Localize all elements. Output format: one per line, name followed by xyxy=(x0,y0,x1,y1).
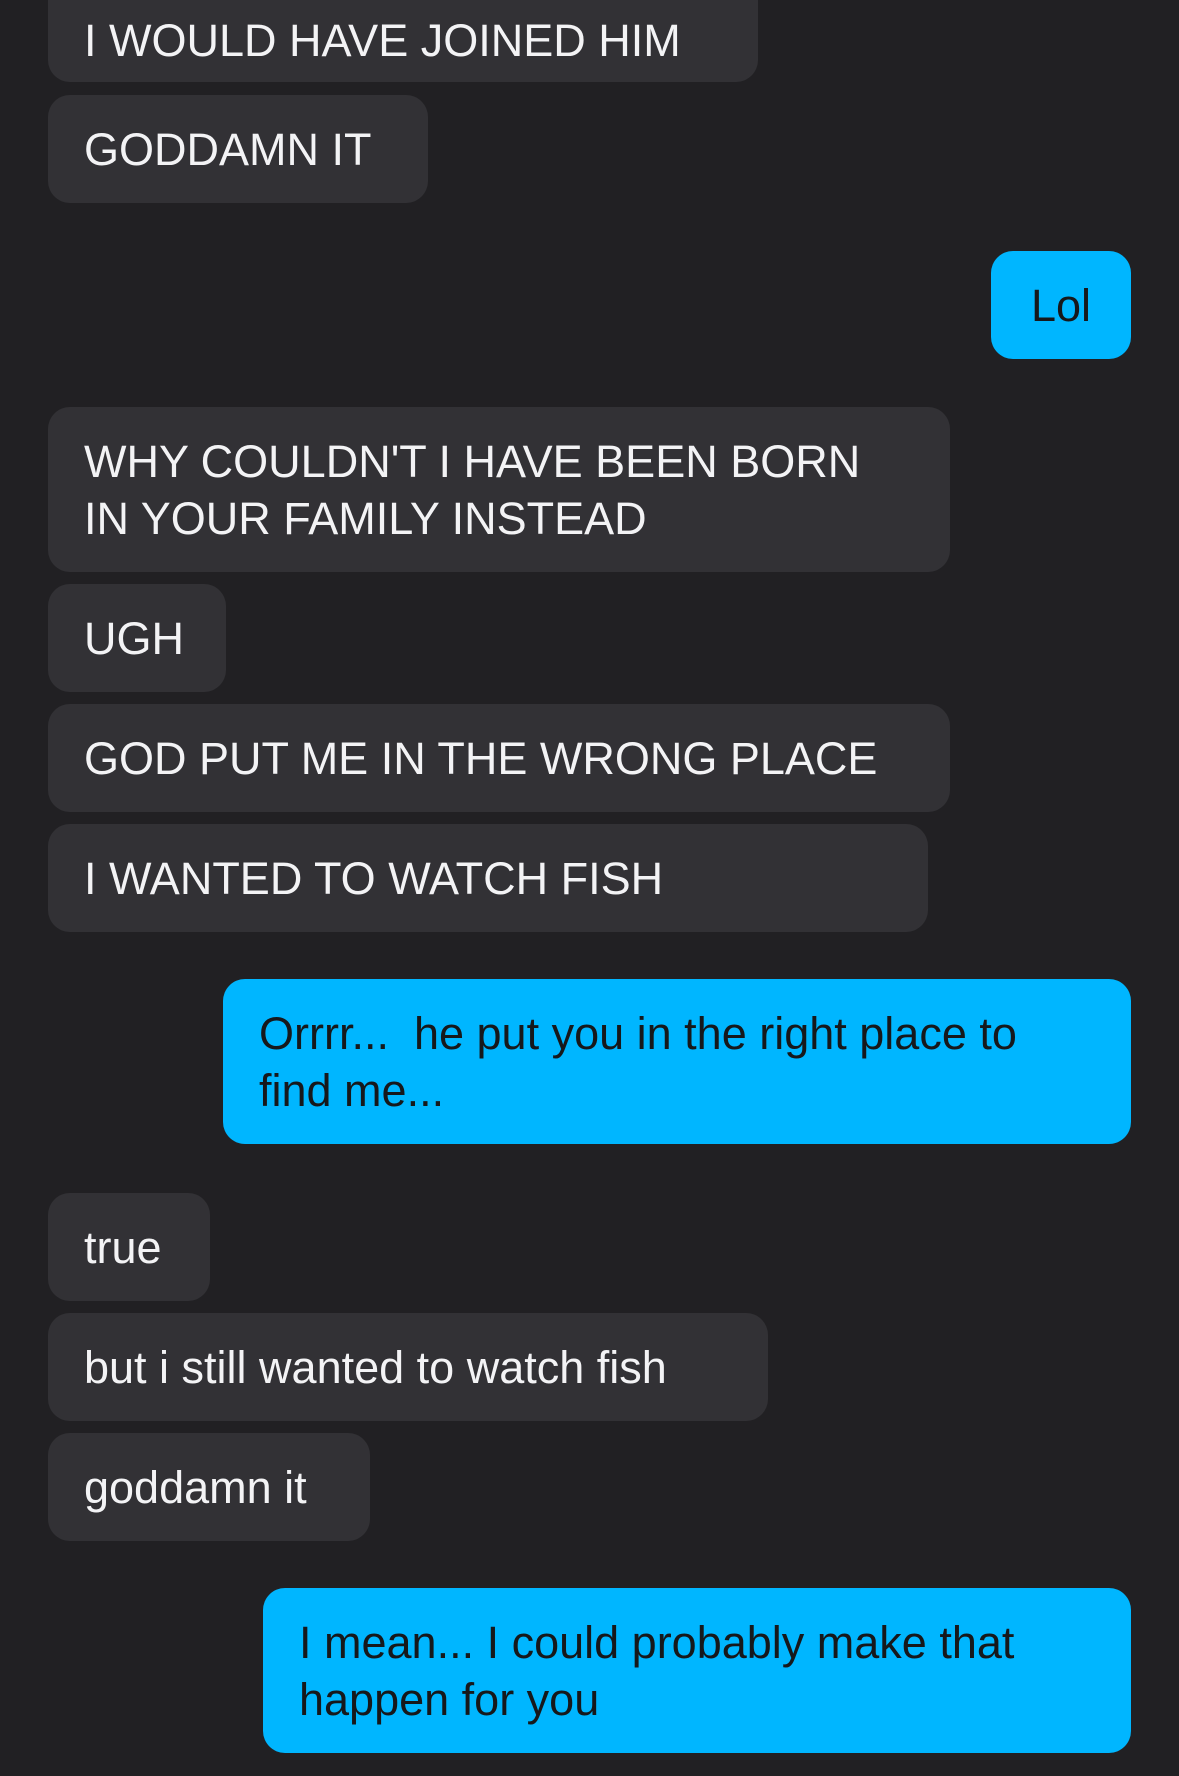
loudly-crying-face-icon xyxy=(735,852,787,904)
message-incoming[interactable]: I WOULD HAVE JOINED HIM xyxy=(48,0,758,82)
message-text: Lol xyxy=(1030,279,1092,331)
message-thread[interactable]: I WOULD HAVE JOINED HIM GODDAMN IT Lol W… xyxy=(0,0,1179,1776)
message-content: I WANTED TO WATCH FISH xyxy=(84,850,849,907)
message-outgoing[interactable]: Orrrr... he put you in the right place t… xyxy=(223,979,1131,1144)
message-text: GODDAMN IT xyxy=(84,123,372,175)
message-text: I WANTED TO WATCH FISH xyxy=(84,852,664,904)
message-text: GOD PUT ME IN THE WRONG PLACE xyxy=(84,732,878,784)
message-text: Orrrr... he put you in the right place t… xyxy=(259,1008,1017,1116)
message-incoming[interactable]: true xyxy=(48,1193,210,1301)
loudly-crying-face-icon xyxy=(673,852,725,904)
message-incoming[interactable]: goddamn it xyxy=(48,1433,370,1541)
message-text: WHY COULDN'T I HAVE BEEN BORN IN YOUR FA… xyxy=(84,436,861,544)
message-incoming[interactable]: GODDAMN IT xyxy=(48,95,428,203)
message-incoming[interactable]: UGH xyxy=(48,584,226,692)
message-text: true xyxy=(84,1221,162,1273)
loudly-crying-face-icon xyxy=(797,852,849,904)
message-incoming[interactable]: WHY COULDN'T I HAVE BEEN BORN IN YOUR FA… xyxy=(48,407,950,572)
message-incoming[interactable]: I WANTED TO WATCH FISH xyxy=(48,824,928,932)
message-text: UGH xyxy=(84,612,184,664)
message-text: I mean... I could probably make that hap… xyxy=(299,1617,1015,1725)
message-text: but i still wanted to watch fish xyxy=(84,1341,667,1393)
message-incoming[interactable]: GOD PUT ME IN THE WRONG PLACE xyxy=(48,704,950,812)
message-text: goddamn it xyxy=(84,1461,307,1513)
message-incoming[interactable]: but i still wanted to watch fish xyxy=(48,1313,768,1421)
message-outgoing[interactable]: Lol xyxy=(991,251,1131,359)
message-outgoing[interactable]: I mean... I could probably make that hap… xyxy=(263,1588,1131,1753)
message-text: I WOULD HAVE JOINED HIM xyxy=(84,14,681,66)
